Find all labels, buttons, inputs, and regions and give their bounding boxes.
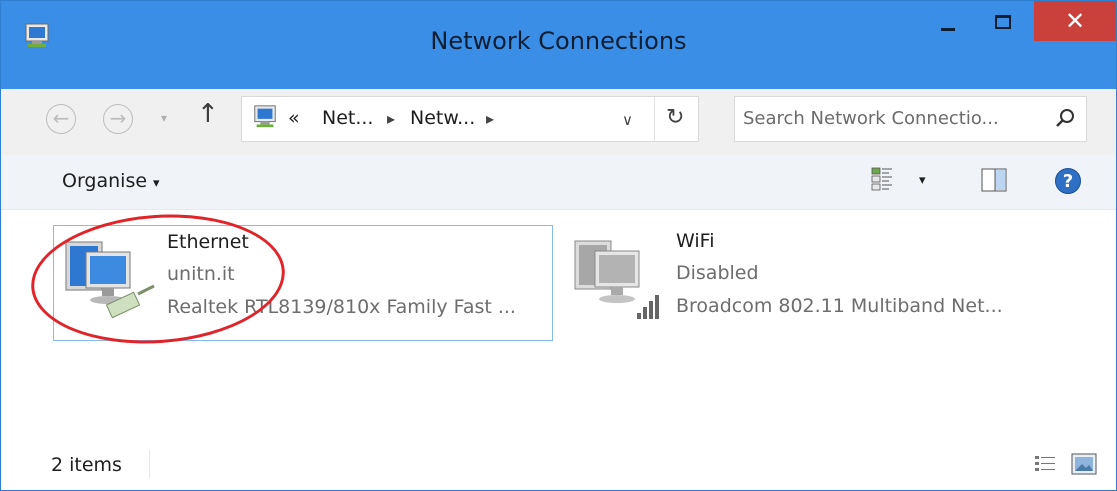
command-bar: Organise ▾ ▾ ? [1, 155, 1116, 210]
minimize-icon [941, 28, 955, 31]
connection-device: Broadcom 802.11 Multiband Net... [676, 295, 1003, 317]
title-bar[interactable]: Network Connections ✕ [1, 1, 1116, 89]
breadcrumb-overflow[interactable]: « [288, 107, 300, 129]
item-count: 2 items [51, 454, 122, 476]
large-icons-view-icon[interactable] [1071, 453, 1097, 475]
search-placeholder: Search Network Connectio... [743, 108, 999, 129]
organise-menu-button[interactable]: Organise ▾ [62, 170, 160, 192]
details-view-icon[interactable] [1034, 454, 1056, 474]
preview-pane-icon[interactable] [981, 168, 1007, 192]
explorer-window: Network Connections ✕ ← → ▾ ↑ « Net... ▸… [0, 0, 1117, 491]
maximize-button[interactable] [975, 1, 1029, 45]
connection-item-ethernet[interactable]: Ethernet unitn.it Realtek RTL8139/810x F… [53, 225, 553, 341]
address-history-dropdown[interactable]: ∨ [622, 111, 633, 129]
status-separator [149, 450, 150, 478]
recent-locations-dropdown[interactable]: ▾ [161, 111, 167, 125]
status-bar: 2 items [1, 440, 1116, 490]
address-separator [654, 97, 655, 141]
chevron-down-icon: ▾ [153, 176, 160, 191]
change-view-icon[interactable] [871, 166, 893, 192]
organise-label: Organise [62, 170, 148, 192]
refresh-button[interactable]: ↻ [666, 105, 684, 130]
search-icon[interactable] [1053, 106, 1077, 130]
breadcrumb-item[interactable]: Net... [322, 107, 373, 129]
connection-name: WiFi [676, 230, 715, 252]
forward-button[interactable]: → [103, 104, 133, 134]
connection-status: Disabled [676, 262, 759, 284]
address-bar[interactable]: « Net... ▸ Netw... ▸ ∨ ↻ [241, 96, 699, 142]
connection-item-wifi[interactable]: WiFi Disabled Broadcom 802.11 Multiband … [563, 225, 1043, 341]
minimize-button[interactable] [919, 1, 973, 45]
connection-name: Ethernet [167, 231, 249, 253]
close-icon: ✕ [1064, 7, 1086, 35]
view-options-dropdown[interactable]: ▾ [919, 173, 926, 188]
back-button[interactable]: ← [46, 104, 76, 134]
search-input[interactable]: Search Network Connectio... [734, 96, 1087, 142]
breadcrumb-chevron-icon[interactable]: ▸ [486, 109, 494, 128]
ethernet-adapter-icon [65, 241, 155, 319]
breadcrumb-chevron-icon[interactable]: ▸ [387, 109, 395, 128]
network-connections-location-icon [254, 105, 276, 128]
up-button[interactable]: ↑ [197, 99, 219, 129]
connection-device: Realtek RTL8139/810x Family Fast ... [167, 296, 516, 318]
wifi-adapter-icon [574, 240, 659, 319]
help-icon[interactable]: ? [1055, 168, 1081, 194]
navigation-bar: ← → ▾ ↑ « Net... ▸ Netw... ▸ ∨ ↻ Search … [1, 89, 1116, 155]
breadcrumb-item[interactable]: Netw... [410, 107, 475, 129]
close-button[interactable]: ✕ [1034, 1, 1116, 41]
connections-list: Ethernet unitn.it Realtek RTL8139/810x F… [1, 210, 1116, 440]
connection-status: unitn.it [167, 263, 235, 285]
maximize-icon [995, 15, 1011, 29]
